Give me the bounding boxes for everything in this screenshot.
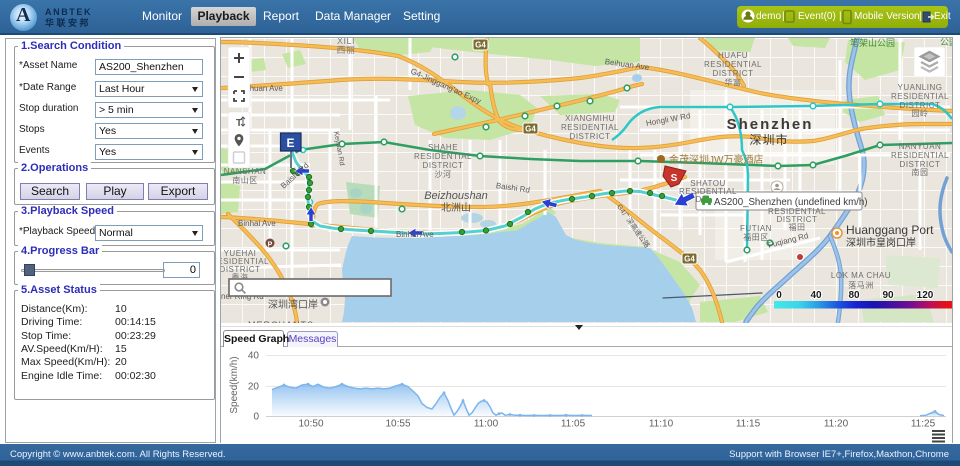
svg-text:深圳湾口岸: 深圳湾口岸 xyxy=(268,298,318,311)
svg-text:40: 40 xyxy=(248,351,260,362)
svg-text:福田区: 福田区 xyxy=(743,233,769,242)
svg-text:11:00: 11:00 xyxy=(474,419,499,430)
svg-text:XIANGMIHU: XIANGMIHU xyxy=(565,114,615,123)
svg-text:DISTRICT: DISTRICT xyxy=(713,69,754,78)
svg-text:Beizhoushan: Beizhoushan xyxy=(424,190,488,202)
svg-text:90: 90 xyxy=(882,290,894,301)
svg-text:10:50: 10:50 xyxy=(298,419,323,430)
svg-text:DISTRICT: DISTRICT xyxy=(570,132,611,141)
svg-text:11:20: 11:20 xyxy=(824,419,849,430)
svg-text:NANYUAN: NANYUAN xyxy=(899,142,942,151)
svg-text:FUTIAN: FUTIAN xyxy=(740,224,772,233)
svg-text:RESIDENTIAL: RESIDENTIAL xyxy=(679,187,737,196)
svg-text:深圳市: 深圳市 xyxy=(749,132,788,147)
svg-text:南山区: 南山区 xyxy=(232,175,258,185)
svg-text:0: 0 xyxy=(776,290,782,301)
svg-text:Huanggang Port: Huanggang Port xyxy=(846,223,934,237)
svg-text:Binhai Ave: Binhai Ave xyxy=(396,230,434,239)
svg-text:RESIDENTIAL: RESIDENTIAL xyxy=(704,60,762,69)
svg-text:落马洲: 落马洲 xyxy=(848,280,874,290)
svg-text:福田: 福田 xyxy=(789,223,806,232)
svg-text:笔架山公园: 笔架山公园 xyxy=(850,38,895,48)
svg-text:RESIDENTIAL: RESIDENTIAL xyxy=(891,92,949,101)
svg-text:华富: 华富 xyxy=(725,77,742,87)
svg-text:北洲山: 北洲山 xyxy=(441,202,471,214)
svg-text:11:15: 11:15 xyxy=(736,419,761,430)
svg-text:SHAHE: SHAHE xyxy=(428,143,458,152)
svg-text:公园: 公园 xyxy=(940,38,952,47)
svg-text:P: P xyxy=(268,242,273,249)
svg-text:11:05: 11:05 xyxy=(561,419,586,430)
svg-text:11:10: 11:10 xyxy=(649,419,674,430)
svg-text:Speed(km/h): Speed(km/h) xyxy=(229,356,240,413)
svg-text:南园: 南园 xyxy=(912,167,929,177)
svg-text:西丽: 西丽 xyxy=(336,45,355,55)
svg-text:NANSHAN: NANSHAN xyxy=(224,167,267,176)
svg-text:DI: DI xyxy=(696,195,705,204)
svg-text:LOK MA CHAU: LOK MA CHAU xyxy=(831,271,891,280)
svg-text:DISTRICT: DISTRICT xyxy=(423,161,464,170)
svg-text:T: T xyxy=(236,118,242,129)
svg-text:HUAFU: HUAFU xyxy=(718,51,748,60)
svg-text:80: 80 xyxy=(848,290,860,301)
svg-text:RESIDENTIAL: RESIDENTIAL xyxy=(891,151,949,160)
svg-text:G4: G4 xyxy=(525,125,536,134)
svg-text:Binhai Ave: Binhai Ave xyxy=(238,219,276,228)
svg-text:Shenzhen: Shenzhen xyxy=(727,116,814,133)
svg-text:G4: G4 xyxy=(684,255,695,264)
svg-text:YUANLING: YUANLING xyxy=(898,83,943,92)
svg-text:120: 120 xyxy=(917,290,934,301)
svg-text:E: E xyxy=(286,136,294,150)
svg-text:金茂深圳JW万豪酒店: 金茂深圳JW万豪酒店 xyxy=(669,153,763,166)
svg-text:10:55: 10:55 xyxy=(385,419,410,430)
svg-text:园岭: 园岭 xyxy=(912,108,929,118)
svg-text:沙河: 沙河 xyxy=(435,169,452,179)
svg-text:40: 40 xyxy=(810,290,822,301)
svg-text:0: 0 xyxy=(253,412,259,423)
svg-text:11:25: 11:25 xyxy=(911,419,936,430)
svg-text:RESIDENTIAL: RESIDENTIAL xyxy=(561,123,619,132)
svg-text:RESIDENTIAL: RESIDENTIAL xyxy=(414,152,472,161)
svg-text:深圳市皇岗口岸: 深圳市皇岗口岸 xyxy=(846,236,916,249)
svg-text:20: 20 xyxy=(248,382,260,393)
svg-text:G4: G4 xyxy=(475,41,486,50)
svg-text:S: S xyxy=(671,173,678,184)
